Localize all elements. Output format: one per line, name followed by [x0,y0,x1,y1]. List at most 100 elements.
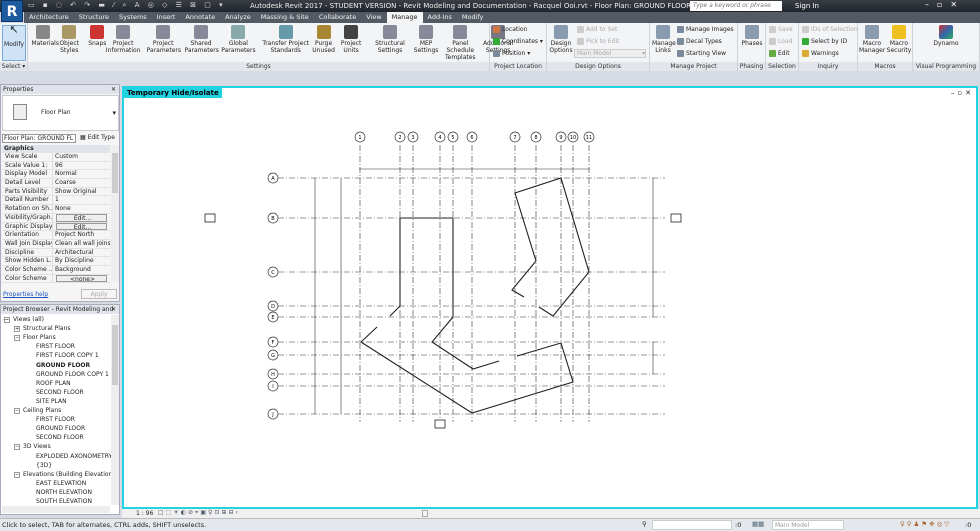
property-row[interactable]: Rotation on Sh... None [2,205,110,214]
browser-item[interactable]: EXPLODED AXONOMETRY [36,453,112,460]
grid-label[interactable]: E [271,315,274,321]
property-value[interactable]: Edit... [56,213,107,222]
grid-label[interactable]: I [272,384,273,390]
browser-item[interactable]: SOUTH ELEVATION [36,498,92,505]
manage-images-button[interactable]: Manage Images [677,26,734,33]
expand-toggle-icon[interactable]: + [14,326,20,333]
worksets-icon[interactable]: ⚲ [642,520,647,528]
starting-view-button[interactable]: Starting View [677,50,726,57]
property-row[interactable]: Wall Join Display Clean all wall joins [2,239,110,249]
type-selector[interactable]: Floor Plan ▾ [2,95,119,131]
modify-button[interactable]: ↖ Modify [2,24,26,61]
tab-view[interactable]: View [361,12,386,23]
property-value[interactable]: Project North [53,231,110,239]
apply-button[interactable]: Apply [81,289,117,299]
property-value[interactable]: Coarse [53,179,110,187]
shared-parameters-button[interactable]: Shared Parameters [185,25,219,54]
load-selection-button[interactable]: Load [769,38,792,45]
browser-item[interactable]: EAST ELEVATION [36,480,86,487]
window-controls[interactable]: –▫✕ [925,0,965,9]
grid-label[interactable]: 2 [398,135,401,141]
macro-manager-button[interactable]: Macro Manager [859,25,885,54]
floor-plan-drawing[interactable]: 1 2 3 4 5 6 7 8 9 10 11 A B C DE F G HI J [124,88,976,507]
property-row[interactable]: Scale Value 1: 96 [2,161,110,171]
grid-label[interactable]: F [272,340,275,346]
close-icon[interactable]: ✕ [111,305,116,314]
application-menu-button[interactable]: R [1,0,23,22]
grid-label[interactable]: H [271,372,275,378]
browser-item[interactable]: {3D} [36,462,52,469]
structural-settings-button[interactable]: Structural Settings [372,25,408,54]
design-options-button[interactable]: Design Options [549,25,573,54]
grid-label[interactable]: G [271,353,275,359]
property-row[interactable]: Color Scheme ... Background [2,265,110,275]
workset-select[interactable] [652,520,732,530]
property-row[interactable]: Parts Visibility Show Original [2,187,110,197]
expand-toggle-icon[interactable]: − [14,335,20,342]
wall[interactable] [399,217,500,370]
grid-label[interactable]: 11 [586,135,592,141]
browser-item[interactable]: GROUND FLOOR COPY 1 [36,371,109,378]
save-selection-button[interactable]: Save [769,26,793,33]
browser-item[interactable]: FIRST FLOOR COPY 1 [36,352,99,359]
grid-label[interactable]: 8 [534,135,537,141]
phases-button[interactable]: Phases [740,25,764,47]
mep-settings-button[interactable]: MEP Settings [408,25,444,54]
sign-in-button[interactable]: Sign In [795,2,819,10]
decal-types-button[interactable]: Decal Types [677,38,722,45]
project-parameters-button[interactable]: Project Parameters [147,25,181,54]
macro-security-button[interactable]: Macro Security [886,25,912,54]
property-row[interactable]: Display Model Normal [2,170,110,180]
property-value[interactable]: Clean all wall joins [53,240,110,248]
transfer-project-standards-button[interactable]: Transfer Project Standards [260,25,311,54]
browser-item[interactable]: − Floor Plans [14,334,56,342]
tab-modify[interactable]: Modify [457,12,489,23]
object-styles-button[interactable]: Object Styles [57,25,81,54]
property-row[interactable]: View Scale Custom [2,153,110,162]
design-options-icon[interactable]: ▦▦ [752,520,764,528]
browser-item[interactable]: GROUND FLOOR [36,362,90,369]
wall[interactable] [389,305,401,317]
property-value[interactable]: By Discipline [53,257,110,265]
warnings-button[interactable]: Warnings [802,50,839,57]
property-value[interactable]: Custom [53,153,110,161]
property-value[interactable]: None [53,205,110,213]
panel-schedule-templates-button[interactable]: Panel Schedule Templates [441,25,480,61]
property-row[interactable]: Show Hidden L... By Discipline [2,257,110,266]
view-control-icons[interactable]: □⬚☀◐⊘⌖▣♀⊡⊞⊟‹ [158,509,240,517]
property-row[interactable]: Detail Number 1 [2,196,110,206]
grid-label[interactable]: B [271,216,275,222]
instance-filter-select[interactable]: Floor Plan: GROUND FL ▾ [2,134,76,150]
tab-annotate[interactable]: Annotate [180,12,220,23]
browser-item[interactable]: NORTH ELEVATION [36,489,92,496]
properties-scrollbar[interactable] [111,145,119,282]
wall[interactable] [514,177,590,317]
grid-label[interactable]: J [271,412,273,418]
add-to-set-button[interactable]: Add to Set [577,26,617,33]
browser-horizontal-scrollbar[interactable] [2,506,110,513]
expand-toggle-icon[interactable]: − [14,444,20,451]
properties-help-link[interactable]: Properties help [3,291,48,298]
materials-button[interactable]: Materials [31,25,59,47]
grid-label[interactable]: 1 [358,135,361,141]
tab-structure[interactable]: Structure [74,12,114,23]
manage-links-button[interactable]: Manage Links [652,25,676,54]
ids-of-selection-button[interactable]: IDs of Selection [802,26,858,33]
property-value[interactable]: Show Original [53,188,110,196]
design-option-select[interactable]: Main Model ▾ [574,49,646,58]
grid-label[interactable]: 4 [438,135,441,141]
property-value[interactable]: 1 [53,196,110,204]
tab-massing-site[interactable]: Massing & Site [256,12,314,23]
wall[interactable] [360,326,574,414]
position-button[interactable]: Position ▾ [493,50,530,57]
browser-item[interactable]: GROUND FLOOR [36,425,85,432]
property-row[interactable]: Graphic Display... Edit... [2,222,110,232]
expand-toggle-icon[interactable]: − [4,317,10,323]
property-row[interactable]: Visibility/Graph... Edit... [2,213,110,223]
browser-item[interactable]: SITE PLAN [36,398,67,405]
property-value[interactable]: Edit... [56,222,107,231]
search-input[interactable]: Type a keyword or phrase [690,1,782,11]
tab-add-ins[interactable]: Add-Ins [423,12,457,23]
grid-label[interactable]: 7 [513,135,516,141]
browser-item[interactable]: FIRST FLOOR [36,416,75,423]
